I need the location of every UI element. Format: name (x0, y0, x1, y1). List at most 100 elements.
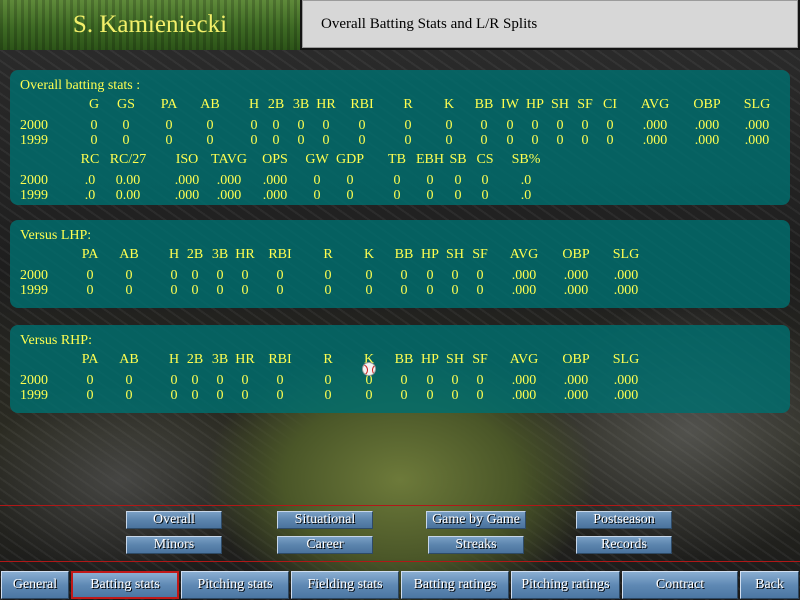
overall-2000-cell: 0 (122, 118, 130, 133)
overall-2000-year: 2000 (20, 118, 48, 133)
overall-extra-1999-cell: 0 (454, 188, 462, 203)
vs-rhp-2000-cell: 0 (241, 373, 249, 388)
overall-1999-cell: 0 (358, 133, 366, 148)
vs-lhp-header-cell: H (168, 247, 180, 262)
streaks-button[interactable]: Streaks (428, 536, 524, 554)
overall-extra-header-cell: GDP (335, 152, 365, 167)
overall-1999-cell: 0 (445, 133, 453, 148)
overall-header-cell: GS (117, 97, 135, 112)
vs-rhp-title: Versus RHP: (20, 333, 92, 348)
vs-lhp-1999-cell: 0 (86, 283, 94, 298)
tab-fielding-stats[interactable]: Fielding stats (291, 571, 399, 599)
vs-lhp-1999-cell: 0 (426, 283, 434, 298)
nav-divider-top (0, 505, 800, 506)
vs-lhp-2000-cell: 0 (86, 268, 94, 283)
vs-rhp-2000-cell: 0 (451, 373, 459, 388)
vs-rhp-1999-cell: 0 (191, 388, 199, 403)
vs-rhp-header-cell: OBP (562, 352, 590, 367)
overall-header-cell: AB (200, 97, 220, 112)
records-button[interactable]: Records (576, 536, 672, 554)
overall-1999-cell: 0 (250, 133, 258, 148)
vs-lhp-2000-cell: 0 (276, 268, 284, 283)
vs-rhp-panel: Versus RHP: PA AB H 2B 3B HR RBI R K BB HP SH SF AVG O… (10, 325, 790, 413)
vs-lhp-1999-cell: 0 (216, 283, 224, 298)
vs-rhp-1999-cell: 0 (426, 388, 434, 403)
vs-rhp-header-cell: R (323, 352, 333, 367)
overall-1999-cell: 0 (297, 133, 305, 148)
overall-header-cell: CI (603, 97, 617, 112)
overall-2000-cell: 0 (606, 118, 614, 133)
overall-extra-header-cell: CS (476, 152, 494, 167)
vs-lhp-header-cell: 2B (186, 247, 204, 262)
vs-rhp-1999-cell: 0 (216, 388, 224, 403)
vs-lhp-2000-cell: 0 (125, 268, 133, 283)
overall-extra-2000-cell: 0.00 (115, 173, 141, 188)
vs-lhp-2000-cell: 0 (476, 268, 484, 283)
overall-header-cell: SLG (743, 97, 771, 112)
game-by-game-button[interactable]: Game by Game (426, 511, 526, 529)
tab-pitching-stats[interactable]: Pitching stats (181, 571, 289, 599)
vs-lhp-row-1999: 1999 0 0 0 0 0 0 0 0 0 0 0 0 0.000.000.000 (10, 283, 790, 298)
vs-lhp-1999-cell: 0 (400, 283, 408, 298)
vs-rhp-1999-cell: 0 (241, 388, 249, 403)
overall-extra-1999-cell: .0 (520, 188, 532, 203)
overall-extra-header-cell: RC/27 (109, 152, 147, 167)
minors-button[interactable]: Minors (126, 536, 222, 554)
overall-2000-cell: 0 (445, 118, 453, 133)
vs-rhp-1999-cell: 0 (365, 388, 373, 403)
vs-lhp-2000-cell: 0 (324, 268, 332, 283)
tab-back[interactable]: Back (740, 571, 799, 599)
overall-1999-cell: 0 (556, 133, 564, 148)
vs-lhp-header-cell: PA (81, 247, 99, 262)
vs-lhp-1999-cell: .000 (511, 283, 537, 298)
overall-extra-row-2000: 2000 .0 0.00 .000 .000 .000 0 0 0 0 0 0 .0 (10, 173, 790, 188)
overall-2000-cell: 0 (322, 118, 330, 133)
overall-header-cell: HP (526, 97, 544, 112)
overall-extra-2000-cell: .0 (84, 173, 96, 188)
tab-contract[interactable]: Contract (622, 571, 738, 599)
vs-rhp-row-2000: 2000 0 0 0 0 0 0 0 0 0 0 0 0 0.000.000.000 (10, 373, 790, 388)
career-button[interactable]: Career (277, 536, 373, 554)
tab-general[interactable]: General (1, 571, 69, 599)
overall-row-2000: 2000 0 0 0 0 0 0 0 0 0 0 0 0 0 0 0 0 0.000.000.000 (10, 118, 790, 133)
vs-lhp-2000-cell: .000 (613, 268, 639, 283)
vs-lhp-header-cell: HP (421, 247, 439, 262)
vs-rhp-2000-cell: 0 (400, 373, 408, 388)
tab-batting-ratings[interactable]: Batting ratings (401, 571, 509, 599)
overall-header-cell: HR (316, 97, 336, 112)
vs-lhp-header-row: PA AB H 2B 3B HR RBI R K BB HP SH SF AVG OBP SLG (10, 247, 790, 262)
vs-rhp-2000-cell: 0 (324, 373, 332, 388)
vs-rhp-header-cell: RBI (268, 352, 292, 367)
vs-rhp-2000-cell: 0 (170, 373, 178, 388)
overall-1999-cell: .000 (744, 133, 770, 148)
overall-2000-cell: 0 (358, 118, 366, 133)
page-title-box: Overall Batting Stats and L/R Splits (302, 0, 798, 48)
tab-batting-stats[interactable]: Batting stats (71, 571, 179, 599)
vs-lhp-1999-cell: 0 (365, 283, 373, 298)
vs-lhp-header-cell: R (323, 247, 333, 262)
overall-row-1999: 1999 0 0 0 0 0 0 0 0 0 0 0 0 0 0 0 0 0.000.000.000 (10, 133, 790, 148)
vs-rhp-2000-cell: 0 (276, 373, 284, 388)
vs-lhp-1999-cell: 0 (476, 283, 484, 298)
vs-rhp-header-cell: SF (472, 352, 488, 367)
overall-extra-2000-year: 2000 (20, 173, 48, 188)
vs-rhp-2000-cell: 0 (191, 373, 199, 388)
overall-extra-header-cell: GW (305, 152, 329, 167)
vs-lhp-header-cell: RBI (268, 247, 292, 262)
overall-extra-header-cell: RC (80, 152, 100, 167)
vs-lhp-header-cell: SLG (612, 247, 640, 262)
situational-button[interactable]: Situational (277, 511, 373, 529)
vs-rhp-1999-cell: 0 (86, 388, 94, 403)
overall-button[interactable]: Overall (126, 511, 222, 529)
overall-extra-2000-cell: 0 (346, 173, 354, 188)
page-title: Overall Batting Stats and L/R Splits (321, 15, 538, 32)
vs-lhp-header-cell: OBP (562, 247, 590, 262)
overall-2000-cell: 0 (297, 118, 305, 133)
overall-extra-row-1999: 1999 .0 0.00 .000 .000 .000 0 0 0 0 0 0 .0 (10, 188, 790, 203)
vs-rhp-1999-cell: 0 (451, 388, 459, 403)
tab-pitching-ratings[interactable]: Pitching ratings (511, 571, 620, 599)
vs-rhp-header-cell: HP (421, 352, 439, 367)
postseason-button[interactable]: Postseason (576, 511, 672, 529)
overall-extra-1999-cell: 0 (481, 188, 489, 203)
vs-rhp-1999-cell: 0 (476, 388, 484, 403)
